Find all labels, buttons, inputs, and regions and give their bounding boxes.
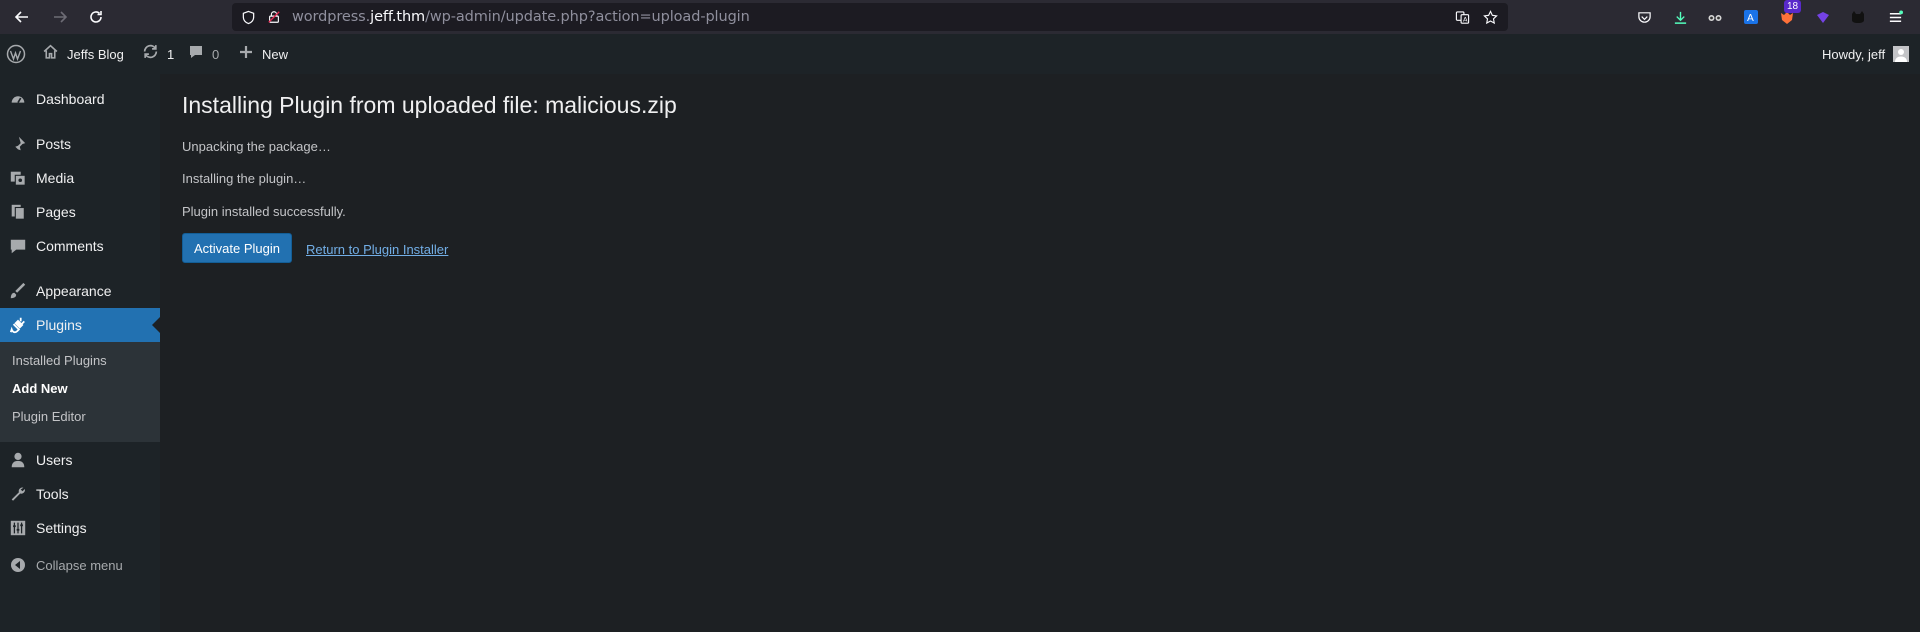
main-content: Installing Plugin from uploaded file: ma… xyxy=(160,74,1920,632)
browser-toolbar: wordpress.jeff.thm/wp-admin/update.php?a… xyxy=(0,0,1920,34)
sidebar-item-tools[interactable]: Tools xyxy=(0,477,160,511)
my-account-menu[interactable]: Howdy, jeff xyxy=(1822,34,1910,74)
svg-text:A: A xyxy=(1462,15,1467,23)
sidebar-item-appearance[interactable]: Appearance xyxy=(0,274,160,308)
brush-icon xyxy=(8,281,28,301)
collapse-menu-label: Collapse menu xyxy=(36,557,123,573)
status-message-unpacking: Unpacking the package… xyxy=(182,139,331,154)
page-title: Installing Plugin from uploaded file: ma… xyxy=(182,92,677,118)
comment-bubble-icon xyxy=(188,44,204,65)
comment-icon xyxy=(8,236,28,256)
pin-icon xyxy=(8,134,28,154)
sidebar-item-settings[interactable]: Settings xyxy=(0,511,160,545)
wordpress-logo-icon xyxy=(6,44,26,64)
wp-logo-menu[interactable] xyxy=(6,34,26,74)
sidebar-item-pages[interactable]: Pages xyxy=(0,195,160,229)
sidebar-item-posts[interactable]: Posts xyxy=(0,127,160,161)
shield-icon[interactable] xyxy=(240,9,256,25)
active-menu-arrow xyxy=(152,317,160,333)
home-icon xyxy=(42,43,59,65)
activate-plugin-button[interactable]: Activate Plugin xyxy=(182,233,292,263)
forward-arrow-icon xyxy=(54,11,68,23)
new-content-menu[interactable]: New xyxy=(238,34,288,74)
sidebar-item-comments[interactable]: Comments xyxy=(0,229,160,263)
reload-button[interactable] xyxy=(82,3,110,31)
collapse-menu-button[interactable]: Collapse menu xyxy=(0,550,160,580)
comments-menu[interactable]: 0 xyxy=(188,34,219,74)
sidebar-item-media[interactable]: Media xyxy=(0,161,160,195)
collapse-arrow-icon xyxy=(10,557,26,573)
plus-icon xyxy=(238,44,254,65)
svg-text:A: A xyxy=(1747,13,1754,24)
url-bar[interactable]: wordpress.jeff.thm/wp-admin/update.php?a… xyxy=(232,3,1508,31)
sidebar-item-users[interactable]: Users xyxy=(0,443,160,477)
bookmark-star-icon[interactable] xyxy=(1482,9,1498,25)
pages-icon xyxy=(8,202,28,222)
sidebar-item-dashboard[interactable]: Dashboard xyxy=(0,82,160,116)
lock-insecure-icon[interactable] xyxy=(266,9,282,25)
translate-icon[interactable]: A xyxy=(1454,9,1470,25)
status-message-installing: Installing the plugin… xyxy=(182,171,307,186)
downloads-icon[interactable] xyxy=(1670,7,1690,27)
sidebar-item-plugins[interactable]: Plugins xyxy=(0,308,160,342)
back-arrow-icon xyxy=(14,11,28,23)
submenu-plugin-editor[interactable]: Plugin Editor xyxy=(12,409,86,424)
shield-extension-icon[interactable] xyxy=(1813,7,1833,27)
menu-hamburger-icon[interactable] xyxy=(1885,7,1905,27)
cat-extension-icon[interactable] xyxy=(1848,7,1868,27)
new-label: New xyxy=(262,46,289,62)
settings-icon xyxy=(8,518,28,538)
plug-icon xyxy=(8,315,28,335)
submenu-installed-plugins[interactable]: Installed Plugins xyxy=(12,353,107,368)
wp-admin-bar: Jeffs Blog 1 0 New Howdy, jeff xyxy=(0,34,1920,74)
admin-sidebar: Dashboard Posts Media Pages Comments App… xyxy=(0,74,160,632)
updates-count: 1 xyxy=(167,46,175,62)
translate-extension-icon[interactable]: A xyxy=(1741,7,1761,27)
extension-badge: 18 xyxy=(1784,0,1802,13)
updates-menu[interactable]: 1 xyxy=(142,34,174,74)
status-message-success: Plugin installed successfully. xyxy=(182,204,346,219)
avatar-person-icon xyxy=(1895,49,1908,62)
site-name-label: Jeffs Blog xyxy=(67,46,124,62)
howdy-label: Howdy, jeff xyxy=(1822,46,1886,62)
comments-count: 0 xyxy=(212,46,220,62)
user-icon xyxy=(8,450,28,470)
forward-button[interactable] xyxy=(46,3,74,31)
url-text[interactable]: wordpress.jeff.thm/wp-admin/update.php?a… xyxy=(292,9,750,25)
wrench-icon xyxy=(8,484,28,504)
updates-icon xyxy=(142,43,159,65)
avatar xyxy=(1893,46,1910,62)
back-button[interactable] xyxy=(8,3,36,31)
submenu-add-new[interactable]: Add New xyxy=(12,381,68,396)
media-icon xyxy=(8,168,28,188)
reload-icon xyxy=(90,11,102,23)
return-to-installer-link[interactable]: Return to Plugin Installer xyxy=(306,242,448,257)
site-name-menu[interactable]: Jeffs Blog xyxy=(42,34,124,74)
dashboard-icon xyxy=(8,89,28,109)
pocket-icon[interactable] xyxy=(1634,7,1654,27)
plugins-submenu: Installed Plugins Add New Plugin Editor xyxy=(0,342,160,442)
glasses-extension-icon[interactable] xyxy=(1705,7,1725,27)
